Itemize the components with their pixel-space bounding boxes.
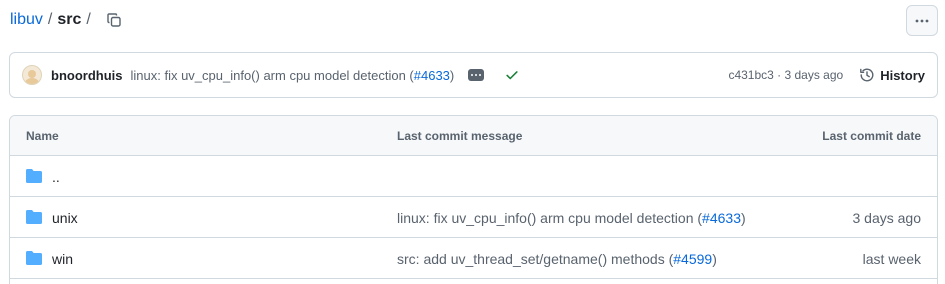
file-table: Name Last commit message Last commit dat… <box>9 115 938 284</box>
history-button[interactable]: History <box>859 67 925 83</box>
more-options-button[interactable] <box>906 5 938 36</box>
directory-link[interactable]: win <box>52 251 73 267</box>
row-commit-message[interactable]: src: add uv_thread_set/getname() methods… <box>397 251 717 267</box>
row-pr-link[interactable]: #4599 <box>673 251 712 267</box>
avatar[interactable] <box>22 65 42 85</box>
commit-sha-time[interactable]: c431bc3 · 3 days ago <box>728 68 843 82</box>
table-row: unix linux: fix uv_cpu_info() arm cpu mo… <box>10 197 937 238</box>
parent-directory-link[interactable]: .. <box>52 169 60 185</box>
history-label: History <box>880 67 925 83</box>
commit-message-end: ) <box>449 67 455 83</box>
commit-meta: c431bc3 · 3 days ago History <box>728 67 925 83</box>
parent-directory-row[interactable]: .. <box>10 156 937 197</box>
row-commit-message[interactable]: linux: fix uv_cpu_info() arm cpu model d… <box>397 210 746 226</box>
folder-icon <box>26 169 42 183</box>
copy-icon <box>107 13 121 27</box>
row-commit-date: last week <box>862 251 921 267</box>
expand-message-button[interactable] <box>468 69 485 81</box>
breadcrumb: libuv / src / <box>10 8 124 32</box>
row-commit-date: 3 days ago <box>852 210 922 226</box>
copy-path-button[interactable] <box>104 10 124 30</box>
commit-message[interactable]: linux: fix uv_cpu_info() arm cpu model d… <box>131 68 455 83</box>
ellipsis-icon <box>471 74 474 76</box>
breadcrumb-current: src <box>57 11 82 28</box>
folder-icon <box>26 251 42 265</box>
row-commit-message-end: ) <box>712 251 717 267</box>
row-pr-link[interactable]: #4633 <box>702 210 741 226</box>
column-header-message: Last commit message <box>397 129 523 143</box>
breadcrumb-repo-link[interactable]: libuv <box>10 11 43 29</box>
breadcrumb-separator: / <box>86 11 91 28</box>
check-icon[interactable] <box>505 68 519 82</box>
table-header: Name Last commit message Last commit dat… <box>10 116 937 156</box>
breadcrumb-separator: / <box>47 11 53 28</box>
directory-link[interactable]: unix <box>52 210 78 226</box>
table-row: win src: add uv_thread_set/getname() met… <box>10 238 937 279</box>
column-header-date: Last commit date <box>822 129 921 143</box>
folder-icon <box>26 210 42 224</box>
ellipsis-icon <box>475 74 478 76</box>
kebab-horizontal-icon <box>915 19 929 22</box>
latest-commit-bar: bnoordhuis linux: fix uv_cpu_info() arm … <box>9 52 938 98</box>
commit-pr-link[interactable]: #4633 <box>414 68 450 83</box>
row-commit-message-text: src: add uv_thread_set/getname() methods… <box>397 251 674 267</box>
history-icon <box>860 68 874 82</box>
commit-message-text: linux: fix uv_cpu_info() arm cpu model d… <box>130 67 414 83</box>
commit-author[interactable]: bnoordhuis <box>51 68 123 83</box>
column-header-name: Name <box>26 129 59 143</box>
row-commit-message-text: linux: fix uv_cpu_info() arm cpu model d… <box>397 210 703 226</box>
row-commit-message-end: ) <box>740 210 746 226</box>
ellipsis-icon <box>479 74 482 76</box>
